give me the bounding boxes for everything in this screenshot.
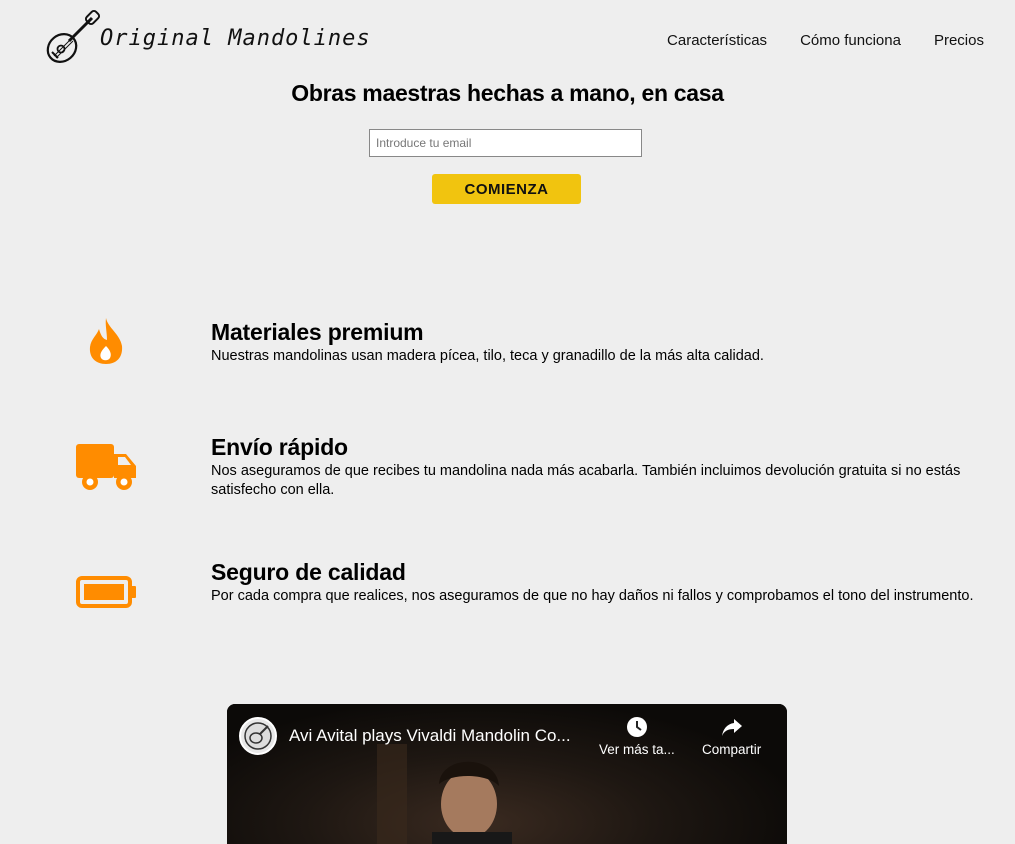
site-header: Original Mandolines Características Cómo…: [0, 0, 1015, 80]
battery-icon: [76, 576, 136, 608]
feature-description: Nuestras mandolinas usan madera pícea, t…: [211, 348, 764, 364]
watch-later-button[interactable]: Ver más ta...: [599, 716, 675, 757]
nav-item-como-funciona[interactable]: Cómo funciona: [800, 32, 901, 49]
nav-item-precios[interactable]: Precios: [934, 32, 984, 49]
feature-title: Seguro de calidad: [211, 559, 406, 585]
truck-icon: [76, 444, 136, 490]
email-input[interactable]: [369, 129, 642, 157]
main-nav: Características Cómo funciona Precios: [667, 32, 984, 49]
feature-title: Envío rápido: [211, 434, 348, 460]
watch-later-label: Ver más ta...: [599, 742, 675, 757]
hero-title: Obras maestras hechas a mano, en casa: [291, 80, 724, 106]
clock-icon: [626, 717, 647, 737]
share-button[interactable]: Compartir: [702, 716, 761, 757]
mandolin-icon: [244, 722, 272, 750]
feature-description: Por cada compra que realices, nos asegur…: [211, 588, 974, 604]
channel-avatar[interactable]: [239, 717, 277, 755]
share-label: Compartir: [702, 742, 762, 757]
video-title[interactable]: Avi Avital plays Vivaldi Mandolin Co...: [289, 726, 571, 746]
fire-icon: [89, 318, 123, 364]
feature-title: Materiales premium: [211, 319, 424, 345]
feature-description: Nos aseguramos de que recibes tu mandoli…: [211, 463, 961, 498]
share-icon: [721, 719, 742, 736]
mandolin-logo-icon[interactable]: [44, 8, 102, 66]
start-button[interactable]: COMIENZA: [432, 174, 581, 204]
brand-name[interactable]: Original Mandolines: [100, 26, 371, 51]
video-embed[interactable]: Avi Avital plays Vivaldi Mandolin Co... …: [227, 704, 787, 844]
nav-item-caracteristicas[interactable]: Características: [667, 32, 767, 49]
